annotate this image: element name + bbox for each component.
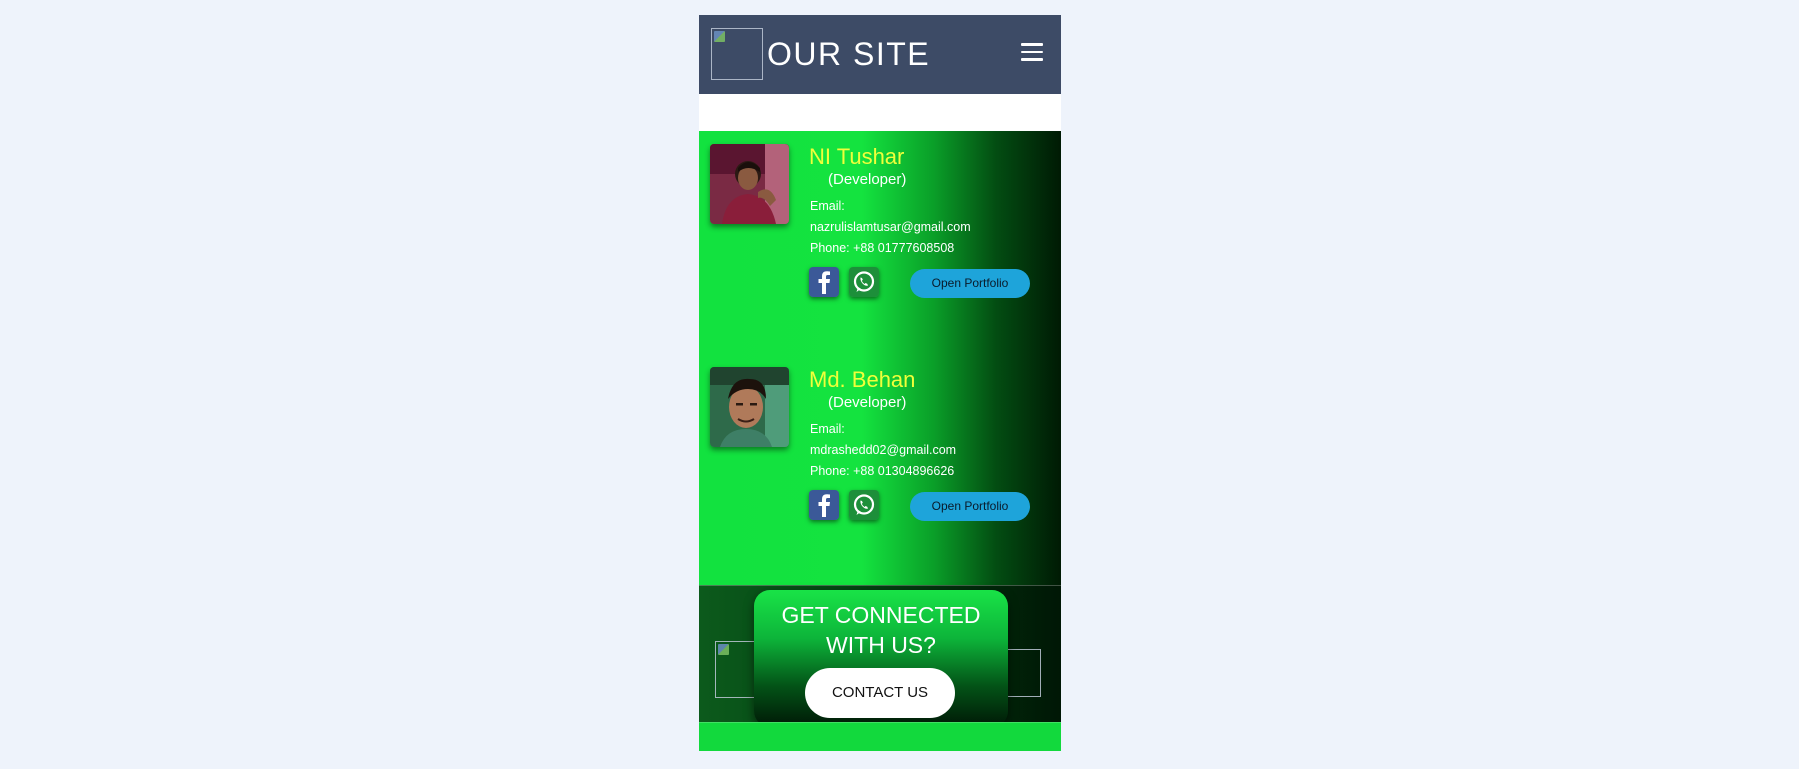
- avatar-photo-icon: [710, 144, 789, 224]
- site-brand[interactable]: OUR SITE: [767, 35, 930, 73]
- whatsapp-icon[interactable]: [849, 490, 879, 520]
- get-connected-section: GET CONNECTED WITH US? CONTACT US: [699, 585, 1061, 736]
- email-value[interactable]: nazrulislamtusar@gmail.com: [810, 220, 971, 234]
- facebook-icon[interactable]: [809, 490, 839, 520]
- hamburger-menu-icon[interactable]: [1021, 43, 1043, 63]
- get-connected-title: GET CONNECTED WITH US?: [781, 602, 981, 658]
- whatsapp-icon[interactable]: [849, 267, 879, 297]
- avatar: [710, 144, 789, 224]
- email-label: Email:: [810, 422, 845, 436]
- phone-number[interactable]: Phone: +88 01777608508: [810, 241, 954, 255]
- member-role: (Developer): [828, 171, 907, 188]
- avatar: [710, 367, 789, 447]
- phone-number[interactable]: Phone: +88 01304896626: [810, 464, 954, 478]
- get-connected-card: GET CONNECTED WITH US? CONTACT US: [754, 590, 1008, 727]
- email-value[interactable]: mdrashedd02@gmail.com: [810, 443, 956, 457]
- member-name: NI Tushar: [809, 144, 905, 169]
- team-card: NI Tushar (Developer) Email: nazrulislam…: [699, 131, 1061, 311]
- navbar: OUR SITE: [699, 15, 1061, 94]
- contact-us-button[interactable]: CONTACT US: [805, 668, 955, 718]
- team-section: NI Tushar (Developer) Email: nazrulislam…: [699, 131, 1061, 585]
- member-role: (Developer): [828, 394, 907, 411]
- mobile-viewport: OUR SITE NI Tushar (Developer) Email: na…: [699, 15, 1061, 751]
- team-card: Md. Behan (Developer) Email: mdrashedd02…: [699, 354, 1061, 534]
- open-portfolio-button[interactable]: Open Portfolio: [910, 269, 1030, 298]
- member-name: Md. Behan: [809, 367, 916, 392]
- site-logo-image[interactable]: [711, 28, 763, 80]
- facebook-icon[interactable]: [809, 267, 839, 297]
- email-label: Email:: [810, 199, 845, 213]
- footer-strip: [699, 722, 1061, 751]
- avatar-photo-icon: [710, 367, 789, 447]
- open-portfolio-button[interactable]: Open Portfolio: [910, 492, 1030, 521]
